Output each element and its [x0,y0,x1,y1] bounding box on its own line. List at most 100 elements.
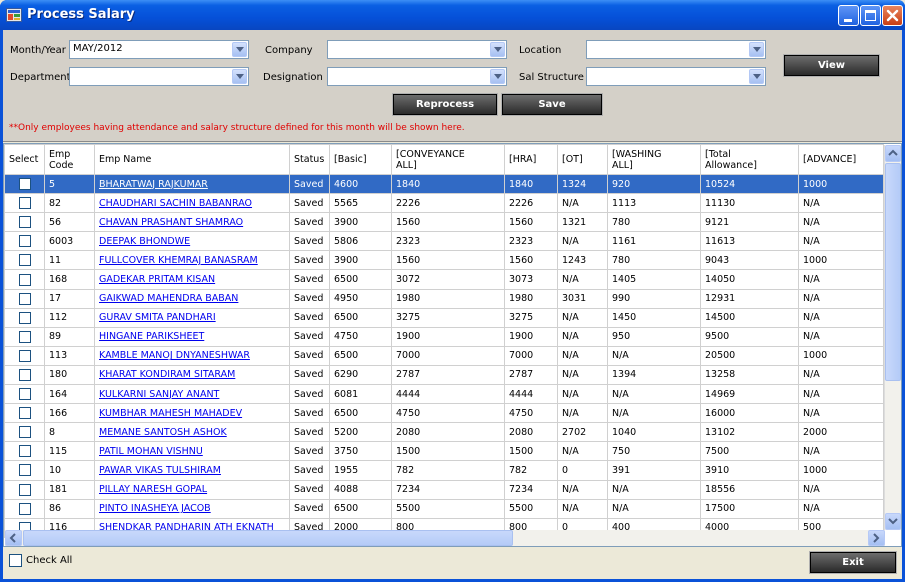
table-row[interactable]: 8 MEMANE SANTOSH ASHOK Saved 5200 2080 2080 27… [4,422,884,443]
salary-grid[interactable]: Select Emp Code Emp Name Status [Basic] … [3,143,902,547]
emp-name-link[interactable]: DEEPAK BHONDWE [99,236,190,247]
chevron-down-icon[interactable] [232,42,247,57]
table-row[interactable]: 112 GURAV SMITA PANDHARI Saved 6500 3275 3275… [4,307,884,328]
col-header[interactable]: Select [4,144,45,175]
scroll-down-button[interactable] [885,513,901,530]
table-row[interactable]: 11 FULLCOVER KHEMRAJ BANASRAM Saved 3900 156… [4,250,884,271]
row-select-checkbox[interactable] [18,292,31,305]
table-row[interactable]: 168 GADEKAR PRITAM KISAN Saved 6500 3072 3073… [4,269,884,290]
company-combo[interactable] [327,40,507,59]
emp-name-link[interactable]: GAIKWAD MAHENDRA BABAN [99,293,238,304]
row-select-checkbox[interactable] [18,388,31,401]
table-row[interactable]: 56 CHAVAN PRASHANT SHAMRAO Saved 3900 1560 15… [4,212,884,233]
table-row[interactable]: 10 PAWAR VIKAS TULSHIRAM Saved 1955 782 782 0 3… [4,460,884,481]
status-cell: Saved [289,173,330,195]
row-select-checkbox[interactable] [18,502,31,515]
scroll-right-button[interactable] [868,530,885,546]
emp-name-link[interactable]: KULKARNI SANJAY ANANT [99,389,219,400]
col-header[interactable]: Emp Code [44,144,95,175]
col-header[interactable]: [Total Allowance] [700,144,799,175]
table-row[interactable]: 115 PATIL MOHAN VISHNU Saved 3750 1500 1500 N/… [4,441,884,462]
row-select-checkbox[interactable] [18,311,31,324]
col-header[interactable]: [WASHING ALL] [607,144,701,175]
table-row[interactable]: 6003 DEEPAK BHONDWE Saved 5806 2323 2323 N/A 11… [4,231,884,252]
row-select-checkbox[interactable] [18,178,31,191]
table-row[interactable]: 17 GAIKWAD MAHENDRA BABAN Saved 4950 1980 198… [4,288,884,309]
emp-name-link[interactable]: PATIL MOHAN VISHNU [99,446,203,457]
check-all-checkbox[interactable] [9,554,22,567]
row-select-checkbox[interactable] [18,254,31,267]
designation-combo[interactable] [327,67,507,86]
horizontal-scroll-thumb[interactable] [23,530,513,546]
emp-name-link[interactable]: KHARAT KONDIRAM SITARAM [99,369,235,380]
close-button[interactable] [882,5,903,26]
view-button[interactable]: View [783,54,880,77]
scroll-left-button[interactable] [5,530,22,546]
col-header[interactable]: [HRA] [504,144,558,175]
chevron-down-icon[interactable] [490,69,505,84]
check-all-label[interactable]: Check All [26,555,72,566]
col-header[interactable]: Status [289,144,330,175]
row-select-checkbox[interactable] [18,445,31,458]
wash-cell: N/A [607,345,701,366]
row-select-checkbox[interactable] [18,235,31,248]
chevron-down-icon[interactable] [490,42,505,57]
table-row[interactable]: 180 KHARAT KONDIRAM SITARAM Saved 6290 2787 2… [4,364,884,386]
row-select-checkbox[interactable] [18,273,31,286]
col-header[interactable]: [CONVEYANCE ALL] [391,144,505,175]
row-select-checkbox[interactable] [18,330,31,343]
col-header[interactable]: Emp Name [94,144,290,175]
exit-button[interactable]: Exit [809,551,897,574]
location-combo[interactable] [586,40,766,59]
department-combo[interactable] [69,67,249,86]
row-select-checkbox[interactable] [18,426,31,439]
select-cell [4,173,45,195]
month-year-combo[interactable]: MAY/2012 [69,40,249,59]
maximize-button[interactable] [860,5,881,26]
chevron-down-icon[interactable] [232,69,247,84]
table-row[interactable]: 89 HINGANE PARIKSHEET Saved 4750 1900 1900 N/A… [4,326,884,347]
emp-name-link[interactable]: GURAV SMITA PANDHARI [99,312,216,323]
save-button[interactable]: Save [501,93,603,116]
scroll-up-button[interactable] [885,145,901,162]
row-select-checkbox[interactable] [18,464,31,477]
table-row[interactable]: 181 PILLAY NARESH GOPAL Saved 4088 7234 7234 N… [4,479,884,500]
row-select-checkbox[interactable] [18,216,31,229]
emp-name-link[interactable]: KAMBLE MANOJ DNYANESHWAR [99,350,250,361]
minimize-button[interactable] [838,5,859,26]
emp-name-link[interactable]: PILLAY NARESH GOPAL [99,484,207,495]
emp-name-link[interactable]: HINGANE PARIKSHEET [99,331,204,342]
row-select-checkbox[interactable] [18,197,31,210]
row-select-checkbox[interactable] [18,368,31,381]
table-row[interactable]: 166 KUMBHAR MAHESH MAHADEV Saved 6500 4750 47… [4,403,884,424]
ot-cell: 2702 [557,422,608,443]
vertical-scrollbar[interactable] [884,145,901,530]
reprocess-button[interactable]: Reprocess [392,93,498,116]
emp-name-link[interactable]: BHARATWAJ RAJKUMAR [99,179,208,190]
emp-name-link[interactable]: FULLCOVER KHEMRAJ BANASRAM [99,255,258,266]
emp-name-link[interactable]: KUMBHAR MAHESH MAHADEV [99,408,242,419]
col-header[interactable]: [ADVANCE] [798,144,884,175]
emp-name-link[interactable]: GADEKAR PRITAM KISAN [99,274,215,285]
title-bar[interactable]: Process Salary [0,0,905,30]
table-row[interactable]: 82 CHAUDHARI SACHIN BABANRAO Saved 5565 2226… [4,193,884,214]
table-row[interactable]: 113 KAMBLE MANOJ DNYANESHWAR Saved 6500 7000… [4,345,884,366]
horizontal-scrollbar[interactable] [5,530,885,546]
emp-name-link[interactable]: MEMANE SANTOSH ASHOK [99,427,227,438]
row-select-checkbox[interactable] [18,483,31,496]
emp-name-link[interactable]: PAWAR VIKAS TULSHIRAM [99,465,221,476]
row-select-checkbox[interactable] [18,407,31,420]
row-select-checkbox[interactable] [18,349,31,362]
emp-name-link[interactable]: PINTO INASHEYA JACOB [99,503,211,514]
emp-name-link[interactable]: CHAUDHARI SACHIN BABANRAO [99,198,252,209]
chevron-down-icon[interactable] [749,69,764,84]
table-row[interactable]: 5 BHARATWAJ RAJKUMAR Saved 4600 1840 1840 1324… [4,173,884,195]
col-header[interactable]: [OT] [557,144,608,175]
table-row[interactable]: 86 PINTO INASHEYA JACOB Saved 6500 5500 5500 N… [4,498,884,519]
vertical-scroll-thumb[interactable] [885,163,901,381]
col-header[interactable]: [Basic] [329,144,392,175]
chevron-down-icon[interactable] [749,42,764,57]
emp-name-link[interactable]: CHAVAN PRASHANT SHAMRAO [99,217,243,228]
sal-structure-combo[interactable] [586,67,766,86]
table-row[interactable]: 164 KULKARNI SANJAY ANANT Saved 6081 4444 444… [4,384,884,405]
